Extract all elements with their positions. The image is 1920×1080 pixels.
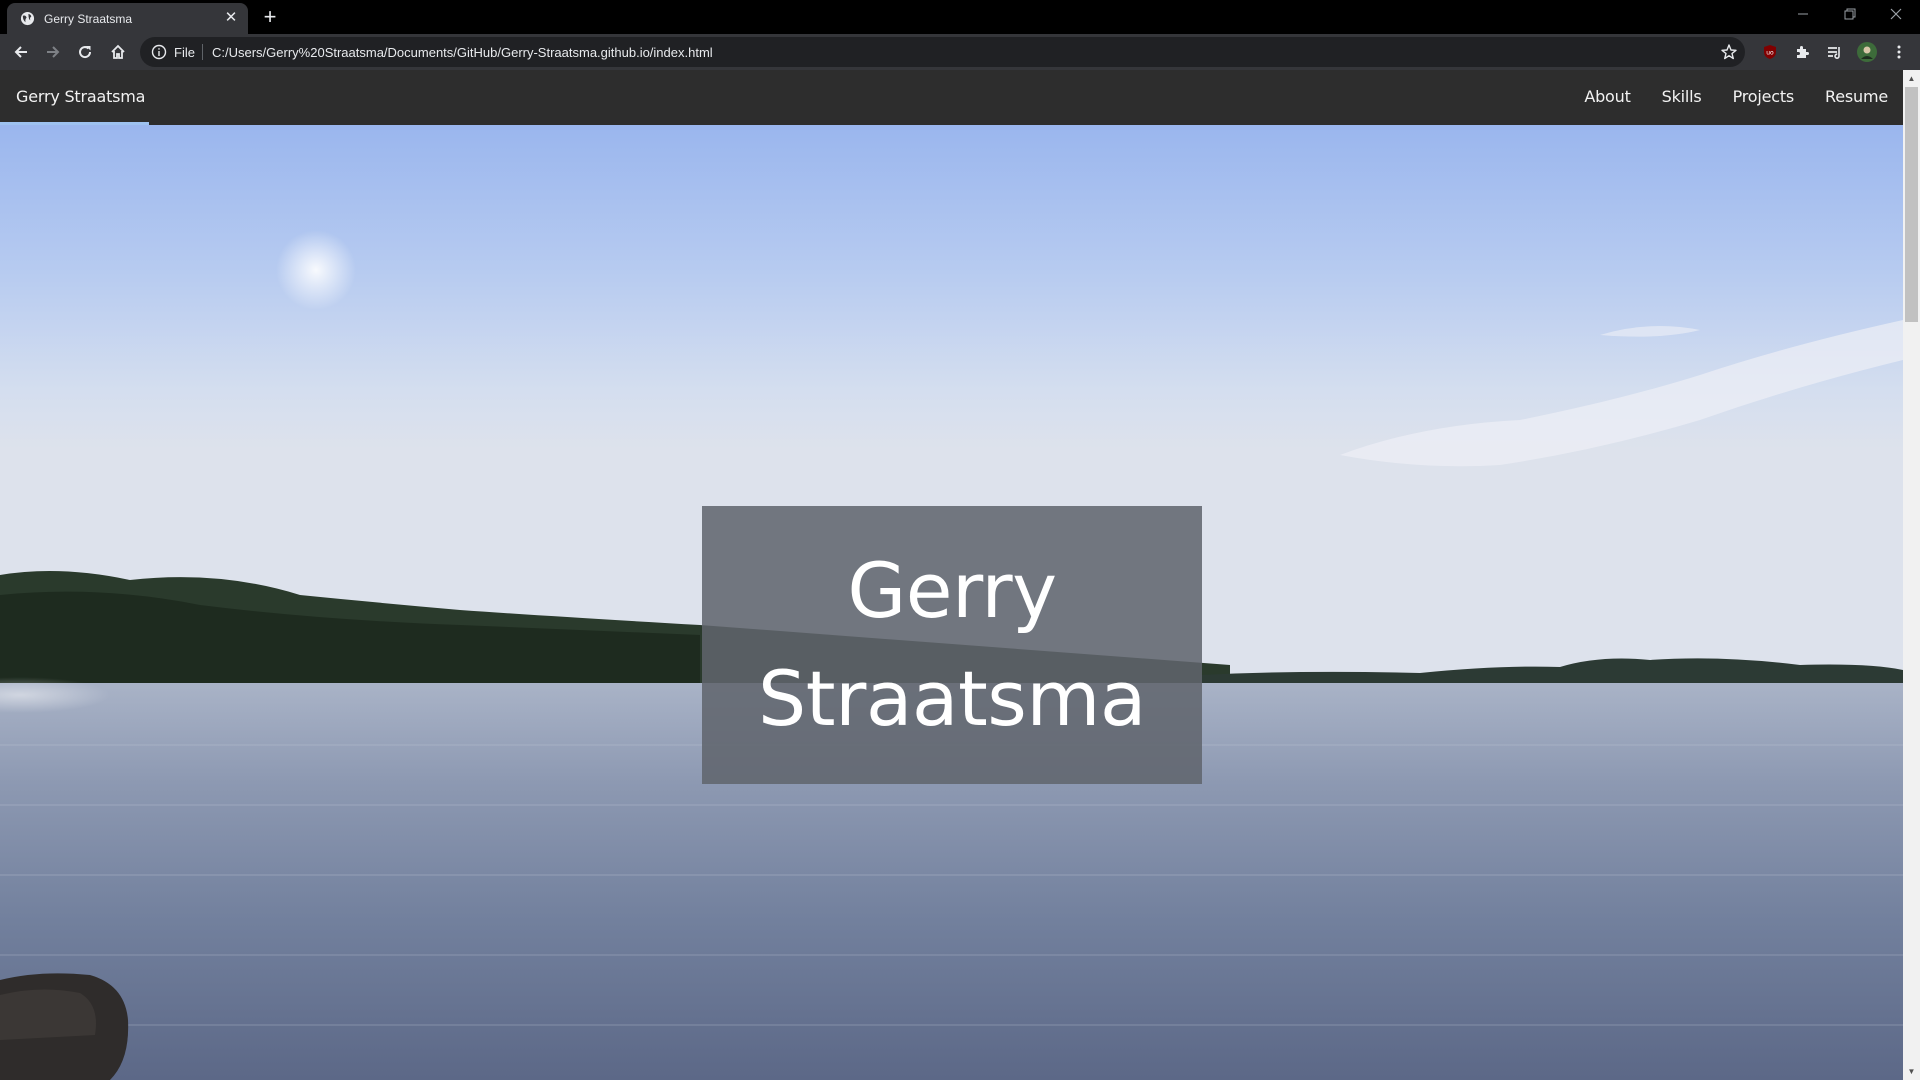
hero-title-line1: Gerry [847, 546, 1057, 635]
forward-icon[interactable] [39, 38, 67, 66]
scroll-thumb[interactable] [1905, 87, 1918, 322]
site-navbar: Gerry Straatsma About Skills Projects Re… [0, 70, 1903, 125]
address-bar[interactable]: File C:/Users/Gerry%20Straatsma/Document… [140, 37, 1745, 67]
extensions-icon[interactable] [1788, 38, 1816, 66]
new-tab-button[interactable]: + [258, 6, 282, 30]
home-icon[interactable] [104, 38, 132, 66]
scroll-down-arrow[interactable]: ▼ [1903, 1063, 1920, 1080]
hero-title: Gerry Straatsma [758, 537, 1146, 753]
nav-projects[interactable]: Projects [1733, 87, 1795, 106]
hero-title-box: Gerry Straatsma [702, 506, 1202, 784]
page-viewport: Gerry Straatsma About Skills Projects Re… [0, 70, 1920, 1080]
browser-toolbar: File C:/Users/Gerry%20Straatsma/Document… [0, 34, 1920, 70]
nav-resume[interactable]: Resume [1825, 87, 1888, 106]
svg-text:uo: uo [1766, 50, 1774, 57]
browser-tab[interactable]: Gerry Straatsma ✕ [7, 3, 248, 34]
scroll-up-arrow[interactable]: ▲ [1903, 70, 1920, 87]
scheme-label: File [174, 45, 195, 60]
active-indicator [0, 122, 149, 125]
profile-avatar[interactable] [1853, 38, 1881, 66]
tab-title: Gerry Straatsma [44, 12, 133, 26]
reading-list-icon[interactable] [1820, 38, 1848, 66]
hero-section: Gerry Straatsma [0, 125, 1903, 1080]
omnibox-divider [202, 44, 203, 60]
window-close-icon[interactable] [1881, 4, 1911, 26]
minimize-icon[interactable] [1788, 4, 1818, 26]
vertical-scrollbar[interactable]: ▲ ▼ [1903, 70, 1920, 1080]
reload-icon[interactable] [71, 38, 99, 66]
nav-links: About Skills Projects Resume [1584, 87, 1888, 106]
brand-link[interactable]: Gerry Straatsma [16, 87, 145, 106]
hero-title-line2: Straatsma [758, 654, 1146, 743]
star-icon[interactable] [1720, 43, 1738, 61]
close-icon[interactable]: ✕ [222, 9, 240, 27]
menu-icon[interactable] [1885, 38, 1913, 66]
info-icon[interactable] [151, 44, 167, 60]
nav-skills[interactable]: Skills [1662, 87, 1702, 106]
tab-strip: Gerry Straatsma ✕ + [0, 0, 1920, 34]
url-text[interactable]: C:/Users/Gerry%20Straatsma/Documents/Git… [212, 45, 713, 60]
ublock-icon[interactable]: uo [1756, 38, 1784, 66]
restore-icon[interactable] [1835, 4, 1865, 26]
nav-about[interactable]: About [1584, 87, 1631, 106]
back-icon[interactable] [7, 38, 35, 66]
globe-icon [20, 11, 35, 26]
